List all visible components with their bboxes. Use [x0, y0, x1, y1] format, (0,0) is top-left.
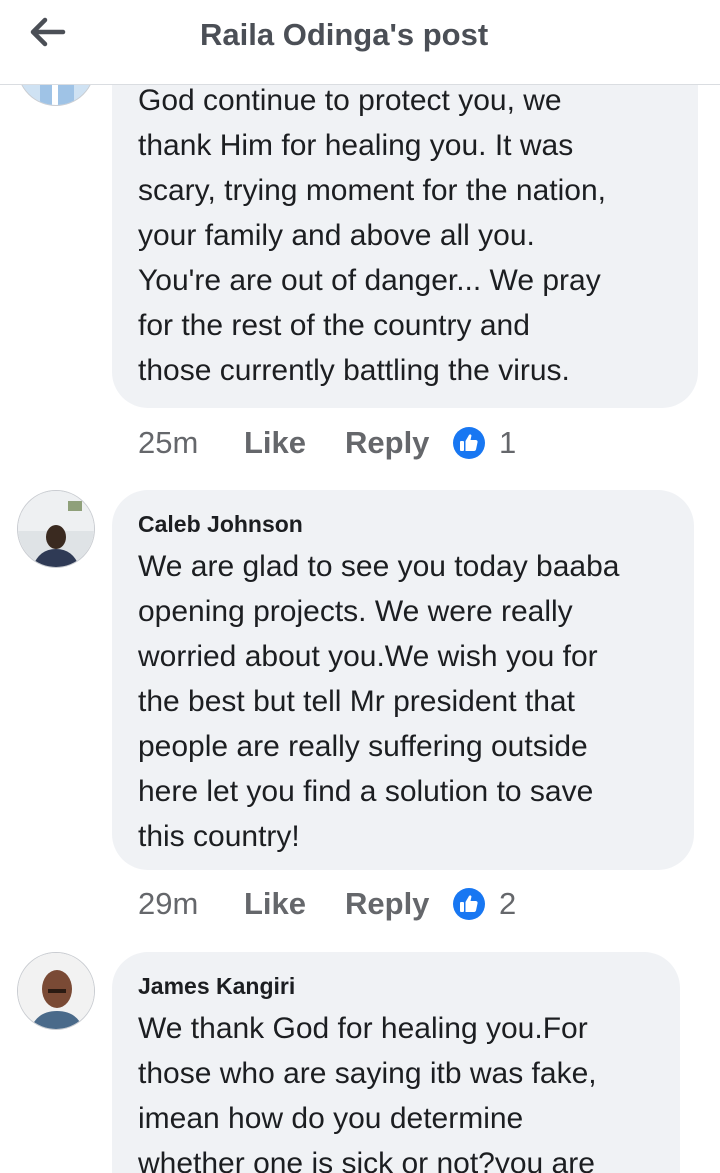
- top-bar: Raila Odinga's post: [0, 0, 720, 85]
- comment-actions: 25m Like Reply 1: [138, 425, 558, 465]
- comments-list: God continue to protect you, we thank Hi…: [0, 0, 720, 1173]
- comment-author[interactable]: Caleb Johnson: [138, 510, 680, 538]
- page-title: Raila Odinga's post: [200, 17, 489, 52]
- reply-button[interactable]: Reply: [345, 886, 429, 922]
- reaction-count: 2: [499, 886, 517, 921]
- arrow-left-icon: [30, 17, 66, 47]
- reaction-count: 1: [499, 425, 517, 460]
- comment-timestamp: 29m: [138, 886, 199, 921]
- comment-timestamp: 25m: [138, 425, 199, 460]
- comment-text: God continue to protect you, we thank Hi…: [138, 84, 606, 387]
- thumbs-up-icon: [453, 888, 485, 920]
- like-button[interactable]: Like: [244, 425, 306, 461]
- comment-bubble: Caleb Johnson We are glad to see you tod…: [112, 490, 694, 870]
- comment-bubble: James Kangiri We thank God for healing y…: [112, 952, 680, 1173]
- reply-button[interactable]: Reply: [345, 425, 429, 461]
- like-button[interactable]: Like: [244, 886, 306, 922]
- back-button[interactable]: [22, 12, 74, 52]
- comment-text: We thank God for healing you.For those w…: [138, 1012, 597, 1173]
- avatar[interactable]: [17, 490, 95, 568]
- comment-author[interactable]: James Kangiri: [138, 972, 666, 1000]
- thumbs-up-icon: [453, 427, 485, 459]
- comment-text: We are glad to see you today baaba openi…: [138, 550, 620, 853]
- comment-bubble: God continue to protect you, we thank Hi…: [112, 40, 698, 408]
- avatar[interactable]: [17, 952, 95, 1030]
- comment-actions: 29m Like Reply 2: [138, 886, 558, 926]
